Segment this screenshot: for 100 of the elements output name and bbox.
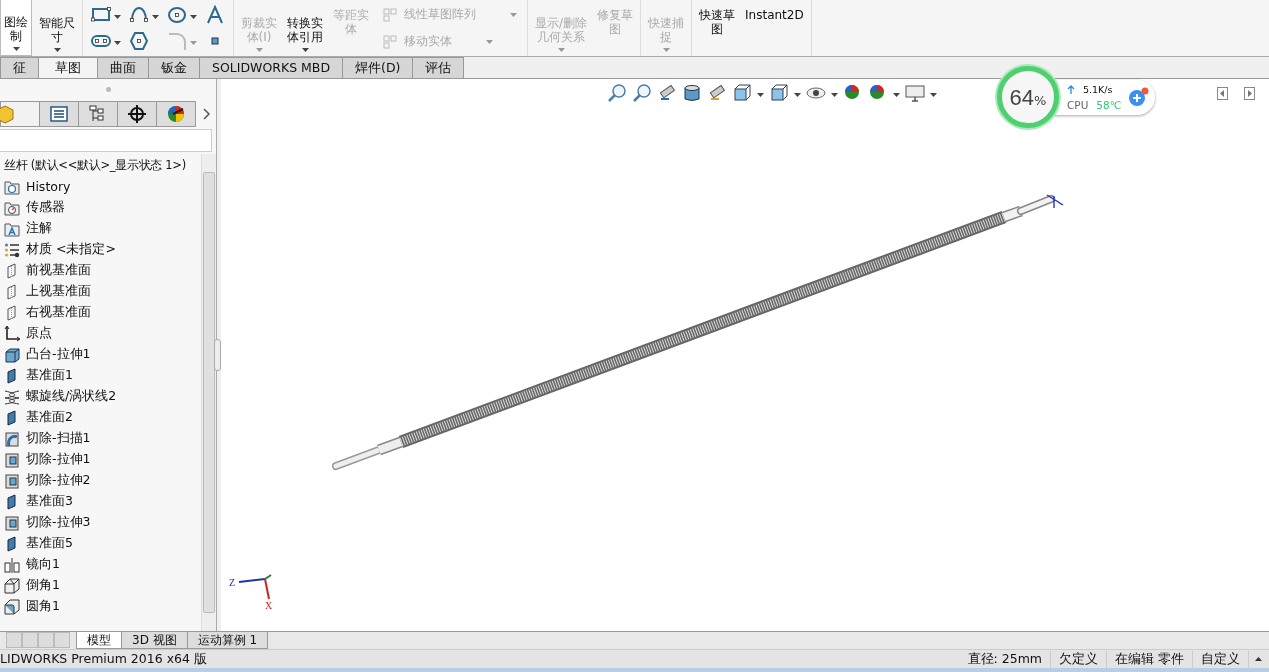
tree-item[interactable]: 材质 <未指定> (26, 241, 116, 258)
tree-root[interactable]: 丝杆 (默认<<默认>_显示状态 1>) (4, 154, 201, 176)
mirror-icon (4, 556, 20, 573)
tree-item[interactable]: 切除-拉伸2 (26, 472, 91, 489)
sensor-icon (4, 199, 20, 216)
tree-item[interactable]: 基准面3 (26, 493, 73, 510)
collapse-right-icon[interactable] (1244, 87, 1255, 100)
ribbon-command[interactable]: Instant2D (742, 0, 807, 56)
list-icon (50, 105, 68, 123)
tree-item[interactable]: 切除-拉伸3 (26, 514, 91, 531)
caret-icon[interactable] (114, 41, 121, 45)
axis-triad-drawing: Z X (229, 574, 273, 611)
tree-item[interactable]: 上视基准面 (26, 283, 91, 300)
command-icon (382, 6, 398, 23)
caret-icon[interactable] (757, 93, 764, 97)
command-tab[interactable]: 焊件(D) (342, 57, 414, 78)
chamfer-icon (4, 577, 20, 594)
cylinder-icon[interactable] (682, 83, 702, 103)
sketch-tool-button[interactable] (91, 5, 121, 25)
filter-field[interactable] (0, 129, 212, 152)
ribbon-command[interactable]: 快速草 图 (696, 0, 739, 56)
box-icon[interactable] (732, 83, 752, 103)
network-speed: 5.1K/s (1083, 83, 1113, 95)
tree-item[interactable]: 原点 (26, 325, 52, 342)
tree-item[interactable]: 传感器 (26, 199, 65, 216)
model-tab[interactable]: 3D 视图 (121, 632, 188, 649)
status-field: 直径: 25mm (959, 650, 1051, 668)
helix-icon (4, 388, 20, 405)
tree-item[interactable]: 基准面1 (26, 367, 73, 384)
cut-icon (4, 514, 20, 531)
cut-icon (4, 451, 20, 468)
chevron-right-icon[interactable] (203, 108, 210, 120)
usage-ring[interactable]: 64% (997, 66, 1059, 128)
app-version: LIDWORKS Premium 2016 x64 版 (0, 650, 207, 668)
tree-item[interactable]: 倒角1 (26, 577, 60, 594)
ribbon-command[interactable]: 转换实 体引用 (284, 0, 326, 56)
panel-tab[interactable] (156, 101, 196, 127)
tree-item[interactable]: 基准面2 (26, 409, 73, 426)
caret-icon[interactable] (114, 15, 121, 19)
tree-item[interactable]: 镜向1 (26, 556, 60, 573)
caret-icon[interactable] (12, 47, 20, 51)
command-icon (382, 33, 398, 50)
tree-item[interactable]: 螺旋线/涡状线2 (26, 388, 117, 405)
polygon-tool-icon (129, 31, 149, 51)
model-tab[interactable]: 运动算例 1 (186, 632, 269, 649)
monitor-icon[interactable] (905, 83, 925, 103)
tree-item[interactable]: 注解 (26, 220, 52, 237)
caret-icon[interactable] (152, 15, 159, 19)
box-icon[interactable] (769, 83, 789, 103)
tree-item[interactable]: 圆角1 (26, 598, 60, 615)
caret-icon[interactable] (893, 93, 900, 97)
zoom-icon[interactable] (632, 83, 652, 103)
tree-item[interactable]: 前视基准面 (26, 262, 91, 279)
sketch-tool-button[interactable] (129, 5, 159, 25)
caret-icon[interactable] (794, 93, 801, 97)
command-tab[interactable]: 草图 (38, 57, 98, 78)
arc-tool-icon (129, 5, 149, 25)
text-tool-icon (205, 5, 225, 25)
caret-icon[interactable] (53, 48, 61, 52)
sketch-tool-button[interactable] (205, 5, 225, 25)
panel-tab[interactable] (117, 101, 157, 127)
sweep-icon (4, 430, 20, 447)
circle-tool-icon (167, 5, 187, 25)
tree-item[interactable]: 切除-拉伸1 (26, 451, 91, 468)
plus-icon[interactable] (1127, 87, 1149, 107)
collapse-left-icon[interactable] (1217, 87, 1228, 100)
ribbon-command[interactable]: 智能尺 寸 (36, 0, 78, 56)
caret-icon[interactable] (190, 15, 197, 19)
cpu-label: CPU (1067, 98, 1089, 111)
tree-item[interactable]: 切除-扫描1 (26, 430, 91, 447)
command-tab[interactable]: 曲面 (97, 57, 149, 78)
cpu-temperature: 58℃ (1096, 98, 1122, 111)
command-tab[interactable]: 评估 (412, 57, 465, 78)
arrow-up-icon (1067, 84, 1075, 94)
model-tab[interactable]: 模型 (76, 632, 122, 649)
caret-icon[interactable] (930, 93, 937, 97)
sketch-tool-button[interactable] (167, 5, 197, 25)
command-tab[interactable]: 征 (0, 57, 39, 78)
boss-icon (4, 346, 20, 363)
command-tab[interactable]: SOLIDWORKS MBD (199, 57, 344, 78)
command-tab[interactable]: 钣金 (148, 57, 200, 78)
scrollbar[interactable] (201, 154, 216, 631)
tree-item[interactable]: 凸台-拉伸1 (26, 346, 91, 363)
history-icon (4, 178, 20, 195)
caret-icon[interactable] (831, 93, 838, 97)
fillet-icon (4, 598, 20, 615)
rectangle-tool-icon (91, 5, 111, 25)
crosshair-icon (128, 105, 146, 123)
material-icon (4, 241, 20, 258)
tree-item[interactable]: 基准面5 (26, 535, 73, 552)
status-field[interactable]: 自定义 (1193, 650, 1249, 668)
panel-grip-icon[interactable] (105, 86, 111, 92)
fillet-tool-icon (167, 31, 187, 51)
tree-item[interactable]: History (26, 179, 71, 194)
ribbon-command[interactable]: 图绘 制 (0, 0, 32, 56)
status-field: 欠定义 (1051, 650, 1107, 668)
tree-item[interactable]: 右视基准面 (26, 304, 91, 321)
zoom-icon[interactable] (607, 83, 627, 103)
caret-icon[interactable] (301, 48, 309, 52)
status-field: 在编辑 零件 (1107, 650, 1193, 668)
